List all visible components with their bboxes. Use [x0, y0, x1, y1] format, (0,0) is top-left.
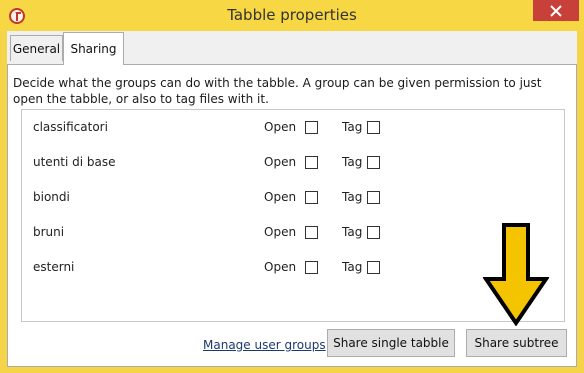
group-row: classificatori Open Tag	[22, 117, 564, 139]
tag-checkbox[interactable]	[367, 156, 380, 169]
share-single-tabble-button[interactable]: Share single tabble	[327, 329, 455, 357]
tab-general[interactable]: General	[10, 35, 63, 61]
open-checkbox[interactable]	[305, 226, 318, 239]
tab-strip: General Sharing	[7, 31, 577, 65]
tab-sharing[interactable]: Sharing	[63, 32, 124, 65]
sharing-description: Decide what the groups can do with the t…	[13, 76, 542, 106]
group-name: utenti di base	[33, 155, 116, 169]
tag-checkbox[interactable]	[367, 261, 380, 274]
open-checkbox[interactable]	[305, 261, 318, 274]
close-button[interactable]	[533, 0, 579, 21]
open-label: Open	[264, 260, 297, 274]
open-label: Open	[264, 155, 297, 169]
title-bar: Tabble properties	[0, 0, 584, 31]
open-checkbox[interactable]	[305, 156, 318, 169]
close-icon	[550, 4, 562, 17]
down-arrow-annotation-icon	[483, 223, 549, 326]
tag-label: Tag	[342, 190, 363, 204]
open-checkbox[interactable]	[305, 121, 318, 134]
open-label: Open	[264, 190, 297, 204]
group-name: biondi	[33, 190, 70, 204]
tag-checkbox[interactable]	[367, 191, 380, 204]
share-subtree-button[interactable]: Share subtree	[466, 329, 567, 357]
tag-label: Tag	[342, 120, 363, 134]
tag-checkbox[interactable]	[367, 121, 380, 134]
group-name: esterni	[33, 260, 75, 274]
manage-user-groups-link[interactable]: Manage user groups	[203, 338, 326, 352]
group-row: biondi Open Tag	[22, 187, 564, 209]
group-name: bruni	[33, 225, 65, 239]
group-row: utenti di base Open Tag	[22, 152, 564, 174]
open-checkbox[interactable]	[305, 191, 318, 204]
tag-label: Tag	[342, 155, 363, 169]
tag-label: Tag	[342, 260, 363, 274]
group-name: classificatori	[33, 120, 108, 134]
open-label: Open	[264, 225, 297, 239]
tabble-properties-window: Tabble properties General Sharing Decide…	[0, 0, 584, 373]
open-label: Open	[264, 120, 297, 134]
tag-checkbox[interactable]	[367, 226, 380, 239]
window-title: Tabble properties	[227, 6, 357, 24]
tag-label: Tag	[342, 225, 363, 239]
